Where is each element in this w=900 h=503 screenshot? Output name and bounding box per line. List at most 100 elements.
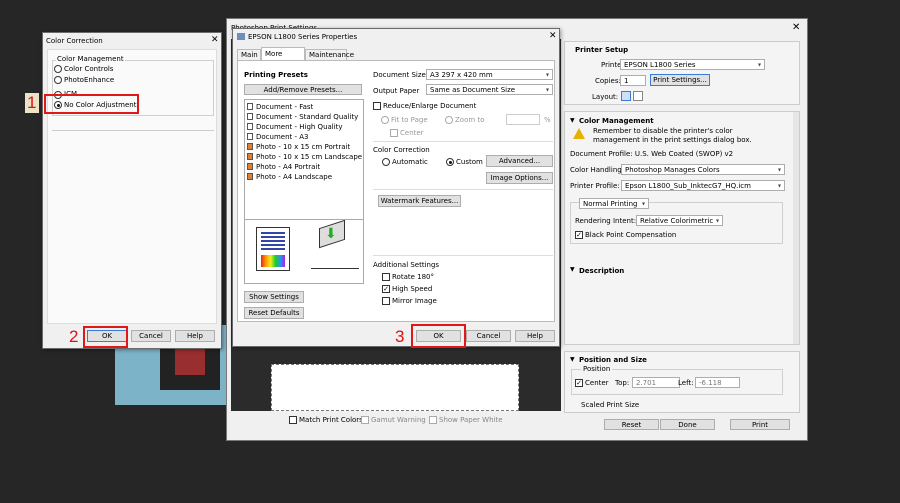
epson-properties-dialog: EPSON L1800 Series Properties ✕ Main Mor… — [232, 28, 560, 347]
presets-list: Document - Fast Document - Standard Quali… — [244, 99, 364, 284]
black-point-checkbox[interactable]: ✓ — [575, 231, 583, 239]
list-item[interactable]: Document - A3 — [247, 132, 308, 141]
close-icon[interactable]: ✕ — [211, 35, 219, 45]
callout-2-number: 2 — [69, 327, 79, 346]
printer-select[interactable]: EPSON L1800 Series ▾ — [620, 59, 765, 70]
center-checkbox[interactable]: ✓ — [575, 379, 583, 387]
top-input[interactable]: 2.701 — [632, 377, 680, 388]
mirror-image-label: Mirror Image — [392, 297, 437, 305]
show-paper-white-label: Show Paper White — [439, 416, 503, 424]
advanced-button[interactable]: Advanced... — [486, 155, 553, 167]
chevron-down-icon: ▾ — [777, 166, 781, 173]
left-input[interactable]: -6.118 — [695, 377, 740, 388]
list-item[interactable]: Document - Standard Quality — [247, 112, 358, 121]
chevron-down-icon: ▾ — [641, 200, 645, 207]
color-correction-cancel-button[interactable]: Cancel — [131, 330, 171, 342]
document-size-select[interactable]: A3 297 x 420 mm ▾ — [426, 69, 553, 80]
portrait-layout-icon[interactable] — [621, 91, 631, 101]
list-item[interactable]: Document - High Quality — [247, 122, 343, 131]
zoom-to-radio[interactable] — [445, 116, 453, 124]
fit-to-page-radio[interactable] — [381, 116, 389, 124]
preview-divider — [245, 219, 363, 220]
cancel-button[interactable]: Cancel — [466, 330, 511, 342]
reduce-enlarge-checkbox[interactable] — [373, 102, 381, 110]
center-checkbox[interactable] — [390, 129, 398, 137]
collapse-triangle-icon[interactable]: ▼ — [570, 266, 575, 273]
output-paper-select[interactable]: Same as Document Size ▾ — [426, 84, 553, 95]
watermark-features-button[interactable]: Watermark Features... — [378, 195, 461, 207]
close-icon[interactable]: ✕ — [549, 31, 557, 41]
rendering-intent-label: Rendering Intent: — [575, 217, 637, 225]
arrow-down-icon: ⬇ — [325, 226, 337, 242]
add-remove-presets-button[interactable]: Add/Remove Presets... — [244, 84, 362, 95]
chevron-down-icon: ▾ — [715, 217, 719, 224]
percent-sign: % — [544, 116, 551, 124]
top-label: Top: — [615, 379, 630, 387]
chevron-down-icon: ▾ — [757, 61, 761, 68]
normal-printing-select[interactable]: Normal Printing ▾ — [579, 198, 649, 209]
show-paper-white-checkbox[interactable] — [429, 416, 437, 424]
preset-label: Document - Fast — [256, 102, 314, 111]
collapse-triangle-icon[interactable]: ▼ — [570, 356, 575, 363]
list-item[interactable]: Photo - 10 x 15 cm Landscape — [247, 152, 362, 161]
show-settings-button[interactable]: Show Settings — [244, 291, 304, 303]
reduce-enlarge-label: Reduce/Enlarge Document — [383, 102, 477, 110]
custom-radio[interactable] — [446, 158, 454, 166]
preset-label: Photo - A4 Landscape — [256, 172, 333, 181]
copies-input[interactable]: 1 — [620, 75, 646, 86]
printer-profile-select[interactable]: Epson L1800_Sub_InktecG7_HQ.icm ▾ — [621, 180, 785, 191]
copies-label: Copies: — [595, 77, 621, 85]
color-handling-select[interactable]: Photoshop Manages Colors ▾ — [621, 164, 785, 175]
color-controls-radio[interactable] — [54, 65, 62, 73]
tab-maintenance[interactable]: Maintenance — [305, 49, 354, 60]
gamut-warning-checkbox[interactable] — [361, 416, 369, 424]
epson-dialog-title: EPSON L1800 Series Properties — [248, 33, 358, 41]
done-button[interactable]: Done — [660, 419, 715, 430]
callout-1-number: 1 — [27, 93, 37, 112]
print-preview-paper — [271, 364, 519, 411]
match-print-colors-checkbox[interactable] — [289, 416, 297, 424]
document-preset-icon — [247, 123, 253, 130]
color-correction-title: Color Correction — [46, 37, 103, 45]
list-item[interactable]: Photo - A4 Portrait — [247, 162, 320, 171]
match-print-colors-label: Match Print Colors — [299, 416, 363, 424]
custom-label: Custom — [456, 158, 483, 166]
output-paper-label: Output Paper — [373, 87, 420, 95]
tab-more-options[interactable]: More Options — [261, 47, 305, 71]
collapse-triangle-icon[interactable]: ▼ — [570, 117, 575, 124]
additional-settings-heading: Additional Settings — [373, 261, 440, 269]
printer-profile-label: Printer Profile: — [570, 182, 620, 190]
automatic-radio[interactable] — [382, 158, 390, 166]
center-label: Center — [400, 129, 424, 137]
list-item[interactable]: Photo - A4 Landscape — [247, 172, 332, 181]
help-button[interactable]: Help — [515, 330, 555, 342]
list-item[interactable]: Document - Fast — [247, 102, 313, 111]
preset-label: Document - A3 — [256, 132, 309, 141]
chevron-down-icon: ▾ — [545, 71, 549, 78]
zoom-to-label: Zoom to — [455, 116, 485, 124]
image-options-button[interactable]: Image Options... — [486, 172, 553, 184]
mirror-image-checkbox[interactable] — [382, 297, 390, 305]
photoenhance-radio[interactable] — [54, 76, 62, 84]
reset-defaults-button[interactable]: Reset Defaults — [244, 307, 304, 319]
photo-preset-icon — [247, 143, 253, 150]
preset-label: Photo - A4 Portrait — [256, 162, 321, 171]
print-button[interactable]: Print — [730, 419, 790, 430]
rendering-intent-select[interactable]: Relative Colorimetric ▾ — [636, 215, 723, 226]
zoom-input[interactable] — [506, 114, 540, 125]
scrollbar[interactable] — [793, 112, 799, 344]
rotate-checkbox[interactable] — [382, 273, 390, 281]
reset-button[interactable]: Reset — [604, 419, 659, 430]
color-correction-dialog: Color Correction ✕ Color Management Colo… — [42, 32, 222, 349]
rotate-label: Rotate 180° — [392, 273, 435, 281]
close-icon[interactable]: ✕ — [792, 22, 800, 33]
tab-main[interactable]: Main — [237, 49, 261, 60]
high-speed-label: High Speed — [392, 285, 433, 293]
list-item[interactable]: Photo - 10 x 15 cm Portrait — [247, 142, 350, 151]
print-settings-button[interactable]: Print Settings... — [650, 74, 710, 86]
high-speed-checkbox[interactable]: ✓ — [382, 285, 390, 293]
landscape-layout-icon[interactable] — [633, 91, 643, 101]
dialog-content: Color Management Color Controls PhotoEnh… — [47, 49, 217, 324]
color-correction-help-button[interactable]: Help — [175, 330, 215, 342]
color-management-group-label: Color Management — [56, 55, 125, 63]
